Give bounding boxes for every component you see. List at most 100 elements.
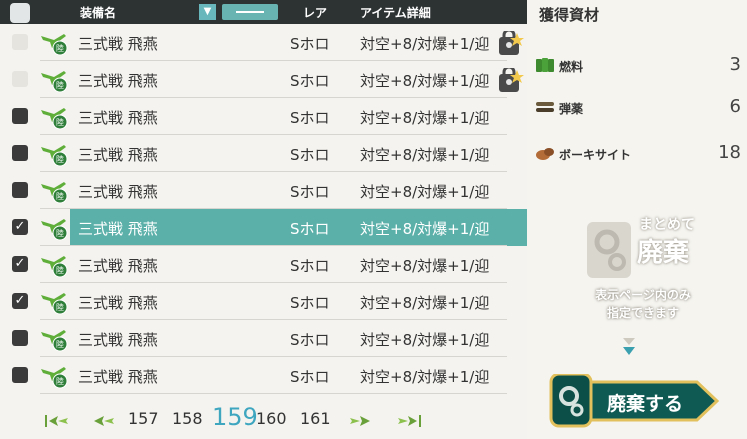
equipment-name: 三式戦 飛燕 [78,294,158,312]
table-row[interactable]: ✓ 陸 三式戦 飛燕 Sホロ 対空+8/対爆+1/迎 [0,246,527,283]
table-row[interactable]: 陸 三式戦 飛燕 Sホロ 対空+8/対爆+1/迎 [0,357,527,394]
equipment-detail: 対空+8/対爆+1/迎 [360,257,490,275]
bulk-note-1: 表示ページ内のみ [595,288,691,302]
column-rarity-header[interactable]: レア [303,4,327,21]
row-checkbox[interactable]: ✓ [12,219,28,235]
equipment-detail: 対空+8/対爆+1/迎 [360,331,490,349]
column-detail-header[interactable]: アイテム詳細 [360,4,431,21]
equipment-name: 三式戦 飛燕 [78,72,158,90]
row-checkbox[interactable] [12,145,28,161]
row-checkbox[interactable]: ✓ [12,293,28,309]
resource-value: 6 [729,96,741,117]
table-row[interactable]: ✓ 陸 三式戦 飛燕 Sホロ 対空+8/対爆+1/迎 [0,283,527,320]
column-name-header[interactable]: 装備名 [80,4,116,21]
table-row[interactable]: 陸 三式戦 飛燕 Sホロ 対空+8/対爆+1/迎 [0,320,527,357]
last-page-icon[interactable] [394,413,422,429]
army-fighter-icon: 陸 [40,104,68,130]
army-fighter-icon: 陸 [40,215,68,241]
bulk-title-2: 廃棄 [637,238,690,268]
row-checkbox[interactable] [12,182,28,198]
equipment-name: 三式戦 飛燕 [78,331,158,349]
equipment-rarity: Sホロ [290,257,330,275]
equipment-detail: 対空+8/対爆+1/迎 [360,220,490,238]
svg-text:陸: 陸 [56,80,64,90]
equipment-name: 三式戦 飛燕 [78,257,158,275]
svg-text:陸: 陸 [56,376,64,386]
army-fighter-icon: 陸 [40,326,68,352]
resource-ammo: 弾薬 6 [527,96,747,120]
resource-fuel: 燃料 3 [527,54,747,78]
select-all-checkbox[interactable] [10,3,30,23]
fuel-icon [536,58,554,72]
svg-text:陸: 陸 [56,265,64,275]
row-checkbox[interactable] [12,330,28,346]
svg-text:陸: 陸 [56,191,64,201]
list-header: 装備名 ▼ レア アイテム詳細 [0,0,527,24]
equipment-rarity: Sホロ [290,109,330,127]
scrap-button[interactable]: 廃棄する [549,374,725,428]
equipment-list: 装備名 ▼ レア アイテム詳細 陸三式戦 飛燕 Sホロ 対空+8/対爆+1/迎陸三式… [0,0,527,439]
page-157[interactable]: 157 [128,409,159,428]
page-159-current[interactable]: 159 [212,403,258,431]
equipment-rarity: Sホロ [290,72,330,90]
equipment-rarity: Sホロ [290,183,330,201]
down-arrow-icon [623,338,635,355]
svg-text:陸: 陸 [56,43,64,53]
page-160[interactable]: 160 [256,409,287,428]
equipment-rarity: Sホロ [290,35,330,53]
prev-page-icon[interactable] [92,413,118,429]
bauxite-icon [536,148,554,160]
lock-icon[interactable] [497,28,525,57]
bulk-scrap-button[interactable]: まとめて 廃棄 表示ページ内のみ 指定できます [583,206,703,336]
row-checkbox-disabled [12,71,28,87]
resource-label: 燃料 [559,60,584,74]
svg-text:陸: 陸 [56,302,64,312]
resource-label: 弾薬 [559,102,584,116]
lock-icon[interactable] [497,65,525,94]
equipment-detail: 対空+8/対爆+1/迎 [360,109,490,127]
next-page-icon[interactable] [346,413,372,429]
svg-text:陸: 陸 [56,154,64,164]
equipment-rarity: Sホロ [290,220,330,238]
equipment-detail: 対空+8/対爆+1/迎 [360,146,490,164]
army-fighter-icon: 陸 [40,252,68,278]
row-checkbox-disabled [12,34,28,50]
army-fighter-icon: 陸 [40,289,68,315]
equipment-name: 三式戦 飛燕 [78,146,158,164]
equipment-name: 三式戦 飛燕 [78,220,158,238]
equipment-detail: 対空+8/対爆+1/迎 [360,368,490,386]
first-page-icon[interactable] [44,413,72,429]
svg-text:陸: 陸 [56,228,64,238]
equipment-name: 三式戦 飛燕 [78,35,158,53]
row-checkbox[interactable] [12,367,28,383]
equipment-name: 三式戦 飛燕 [78,109,158,127]
army-fighter-icon: 陸 [40,363,68,389]
equipment-rarity: Sホロ [290,331,330,349]
equipment-detail: 対空+8/対爆+1/迎 [360,183,490,201]
bulk-title-1: まとめて [639,217,695,233]
page-158[interactable]: 158 [172,409,203,428]
sort-dropdown-icon[interactable]: ▼ [199,4,216,20]
resource-value: 18 [718,142,741,163]
table-row[interactable]: 陸 三式戦 飛燕 Sホロ 対空+8/対爆+1/迎 [0,135,527,172]
equipment-detail: 対空+8/対爆+1/迎 [360,72,490,90]
resource-bauxite: ボーキサイト 18 [527,142,747,166]
pagination: 157 158 159 160 161 [44,403,444,433]
row-checkbox[interactable]: ✓ [12,256,28,272]
table-row[interactable]: 陸 三式戦 飛燕 Sホロ 対空+8/対爆+1/迎 [0,98,527,135]
ammo-icon [536,102,554,112]
sort-toggle-button[interactable] [222,4,278,20]
table-row[interactable]: 陸 三式戦 飛燕 Sホロ 対空+8/対爆+1/迎 [0,172,527,209]
army-fighter-icon: 陸 [40,141,68,167]
row-checkbox[interactable] [12,108,28,124]
equipment-name: 三式戦 飛燕 [78,368,158,386]
equipment-detail: 対空+8/対爆+1/迎 [360,294,490,312]
table-row[interactable]: 陸 三式戦 飛燕 Sホロ 対空+8/対爆+1/迎 [0,24,527,61]
table-row[interactable]: 陸 三式戦 飛燕 Sホロ 対空+8/対爆+1/迎 [0,61,527,98]
table-row[interactable]: ✓ 陸 三式戦 飛燕 Sホロ 対空+8/対爆+1/迎 [0,209,527,246]
equipment-rarity: Sホロ [290,146,330,164]
page-161[interactable]: 161 [300,409,331,428]
bulk-note-2: 指定できます [606,306,679,320]
army-fighter-icon: 陸 [40,67,68,93]
row-divider [40,393,507,394]
